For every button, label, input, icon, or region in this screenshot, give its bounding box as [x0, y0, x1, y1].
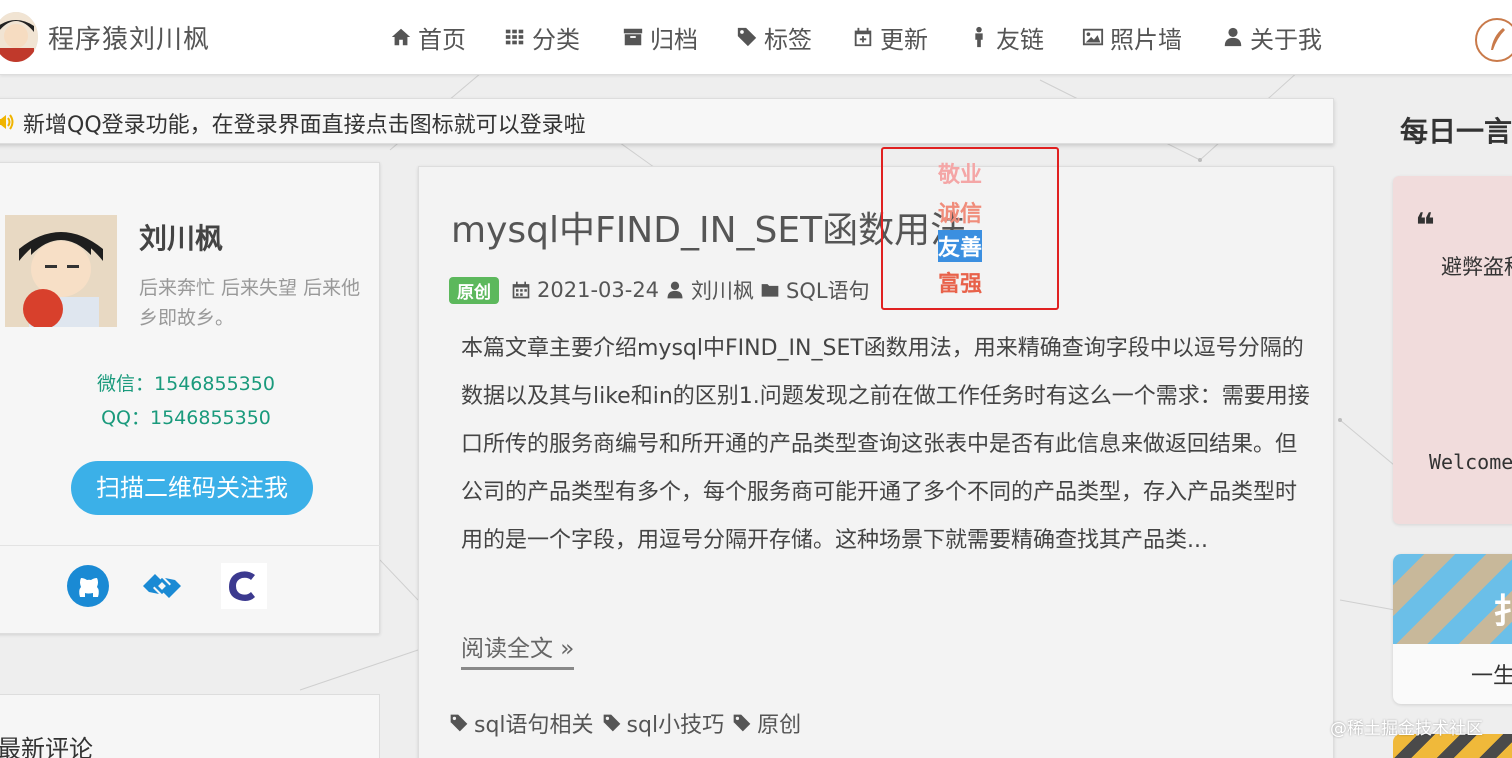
nav-categories[interactable]: 分类	[504, 22, 580, 54]
person-icon	[975, 26, 983, 48]
profile-motto: 后来奔忙 后来失望 后来他乡即故乡。	[139, 277, 361, 329]
recent-comments-title: 最新评论	[0, 735, 93, 758]
profile-avatar	[5, 215, 117, 327]
nav-links-label: 友链	[996, 25, 1044, 54]
tag-link[interactable]: 原创	[732, 707, 801, 739]
sidebar-banner-card[interactable]: 扌 一生	[1393, 554, 1512, 704]
tag-icon	[450, 714, 468, 732]
post-date: 2021-03-24	[537, 278, 660, 302]
original-badge: 原创	[449, 276, 499, 304]
quote-welcome: Welcome	[1429, 450, 1512, 474]
tag-link[interactable]: sql小技巧	[602, 707, 725, 739]
qq-contact: QQ：1546855350	[101, 407, 271, 429]
archive-icon	[623, 28, 643, 46]
post-excerpt: 本篇文章主要介绍mysql中FIND_IN_SET函数用法，用来精确查询字段中以…	[461, 336, 1310, 553]
nav-about-label: 关于我	[1250, 25, 1322, 54]
csdn-icon[interactable]	[221, 563, 267, 609]
post-meta: 原创 2021-03-24 刘川枫 SQL语句	[449, 275, 870, 305]
calendar-plus-icon	[854, 27, 872, 47]
nav-photo-wall[interactable]: 照片墙	[1082, 22, 1182, 54]
floating-word: 敬业	[938, 163, 983, 188]
nav-archive[interactable]: 归档	[622, 22, 698, 54]
notice-text: 新增QQ登录功能，在登录界面直接点击图标就可以登录啦	[23, 113, 586, 138]
read-more-link[interactable]: 阅读全文 »	[461, 629, 575, 670]
tag-link[interactable]: sql语句相关	[449, 707, 594, 739]
nav-categories-label: 分类	[532, 25, 580, 54]
quote-text: 避弊盗种 其	[1441, 252, 1512, 312]
floating-word: 诚信	[938, 202, 983, 227]
post-card: mysql中FIND_IN_SET函数用法 原创 2021-03-24 刘川枫 …	[418, 166, 1334, 758]
post-category[interactable]: SQL语句	[786, 275, 870, 305]
tag-icon	[603, 714, 620, 732]
nav-home[interactable]: 首页	[390, 22, 466, 54]
user-icon	[667, 281, 683, 299]
daily-quote-card: ❝ 避弊盗种 其 Welcome	[1393, 176, 1512, 524]
home-icon	[391, 28, 411, 46]
floating-word: 富强	[938, 272, 983, 297]
top-navbar: 程序猿刘川枫 首页 分类 归档 标签 更新 友链 照片墙 关于我	[0, 0, 1512, 75]
site-title[interactable]: 程序猿刘川枫	[48, 19, 210, 56]
wechat-contact: 微信：1546855350	[97, 373, 275, 395]
tag-label: 原创	[757, 713, 802, 738]
quote-line: 避弊盗种	[1441, 255, 1512, 279]
tag-label: sql小技巧	[626, 713, 725, 738]
tag-label: sql语句相关	[474, 713, 594, 738]
nav-about[interactable]: 关于我	[1222, 22, 1322, 54]
gitee-icon[interactable]	[139, 563, 185, 609]
notice-bar: 新增QQ登录功能，在登录界面直接点击图标就可以登录啦	[0, 98, 1334, 144]
tags-icon	[737, 27, 757, 47]
watermark-text: @稀土掘金技术社区	[1330, 719, 1483, 739]
nav-links[interactable]: 友链	[968, 22, 1044, 54]
profile-card: 刘川枫 后来奔忙 后来失望 后来他乡即故乡。 微信：1546855350 QQ：…	[0, 162, 381, 634]
post-author[interactable]: 刘川枫	[691, 275, 754, 305]
floating-word-selected: 友善	[938, 230, 983, 262]
speaker-icon	[0, 114, 14, 130]
recent-comments-card: 最新评论	[0, 694, 380, 758]
quote-icon: ❝	[1415, 206, 1435, 246]
quote-line: 其	[1441, 282, 1512, 312]
banner-text: 一生	[1471, 664, 1512, 689]
github-icon[interactable]	[65, 563, 111, 609]
nav-home-label: 首页	[418, 25, 466, 54]
profile-name: 刘川枫	[139, 222, 224, 255]
nav-photo-wall-label: 照片墙	[1110, 25, 1182, 54]
banner-letter: 扌	[1493, 592, 1512, 632]
follow-qr-button[interactable]: 扫描二维码关注我	[71, 461, 313, 515]
card-divider	[0, 545, 381, 546]
nav-tags[interactable]: 标签	[736, 22, 812, 54]
folder-icon	[761, 284, 779, 297]
tag-icon	[733, 714, 751, 732]
image-icon	[1082, 28, 1104, 46]
calendar-icon	[512, 281, 530, 299]
nav-updates-label: 更新	[880, 25, 928, 54]
user-avatar[interactable]	[1475, 18, 1512, 62]
nav-archive-label: 归档	[650, 25, 698, 54]
nav-tags-label: 标签	[764, 25, 812, 54]
post-tags: sql语句相关 sql小技巧 原创	[449, 707, 801, 739]
nav-updates[interactable]: 更新	[852, 22, 928, 54]
grid-icon	[505, 29, 524, 45]
site-logo-avatar[interactable]	[0, 12, 38, 62]
daily-quote-title: 每日一言	[1400, 115, 1512, 148]
user-icon	[1224, 27, 1242, 47]
